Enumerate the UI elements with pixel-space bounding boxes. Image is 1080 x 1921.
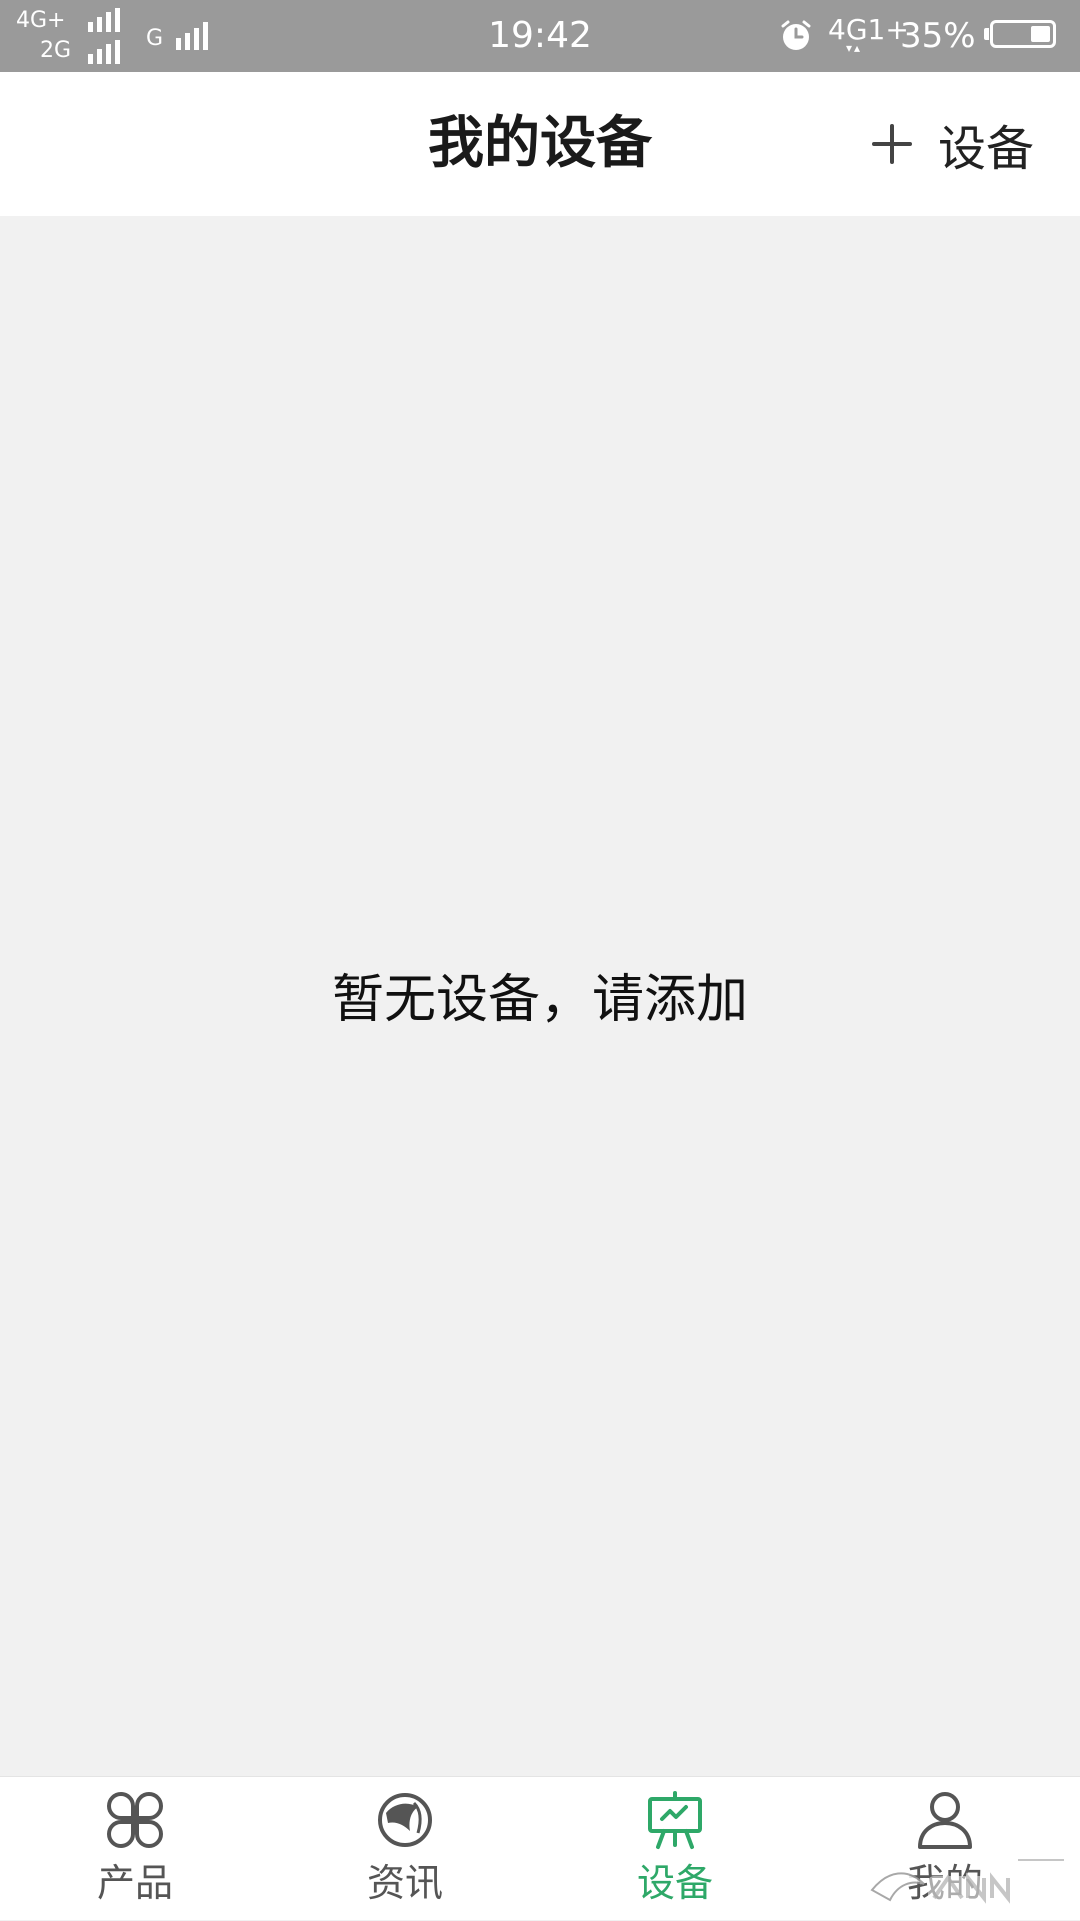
- device-list-area: 暂无设备，请添加: [0, 216, 1080, 1776]
- add-device-button[interactable]: 设备: [871, 72, 1034, 216]
- tab-products-label: 产品: [96, 1861, 173, 1905]
- plus-icon: [871, 124, 912, 164]
- status-bar: 4G+ 2G G 19:42 4G1+ ▾▴ 35%: [0, 0, 1080, 72]
- user-icon: [918, 1792, 972, 1849]
- data-activity-icon: ▾▴: [846, 41, 863, 55]
- globe-icon: [378, 1793, 432, 1847]
- alarm-clock-icon: [781, 20, 811, 50]
- network-type-right: 4G1+: [828, 13, 909, 46]
- presentation-board-icon: [648, 1791, 702, 1849]
- battery-percentage: 35%: [900, 16, 976, 56]
- battery-nub: [984, 28, 989, 40]
- clover-grid-icon: [107, 1792, 163, 1848]
- watermark-logo-icon: [870, 1859, 1064, 1904]
- app-header: 我的设备 设备: [0, 72, 1080, 216]
- empty-state-message: 暂无设备，请添加: [331, 970, 748, 1030]
- add-device-label: 设备: [937, 121, 1034, 177]
- battery-icon: [990, 20, 1056, 48]
- tab-devices-label: 设备: [636, 1861, 713, 1905]
- tab-news[interactable]: 资讯: [270, 1777, 540, 1921]
- tab-products[interactable]: 产品: [0, 1777, 270, 1921]
- tab-devices[interactable]: 设备: [540, 1777, 810, 1921]
- tab-news-label: 资讯: [366, 1861, 443, 1905]
- battery-fill: [1031, 26, 1050, 42]
